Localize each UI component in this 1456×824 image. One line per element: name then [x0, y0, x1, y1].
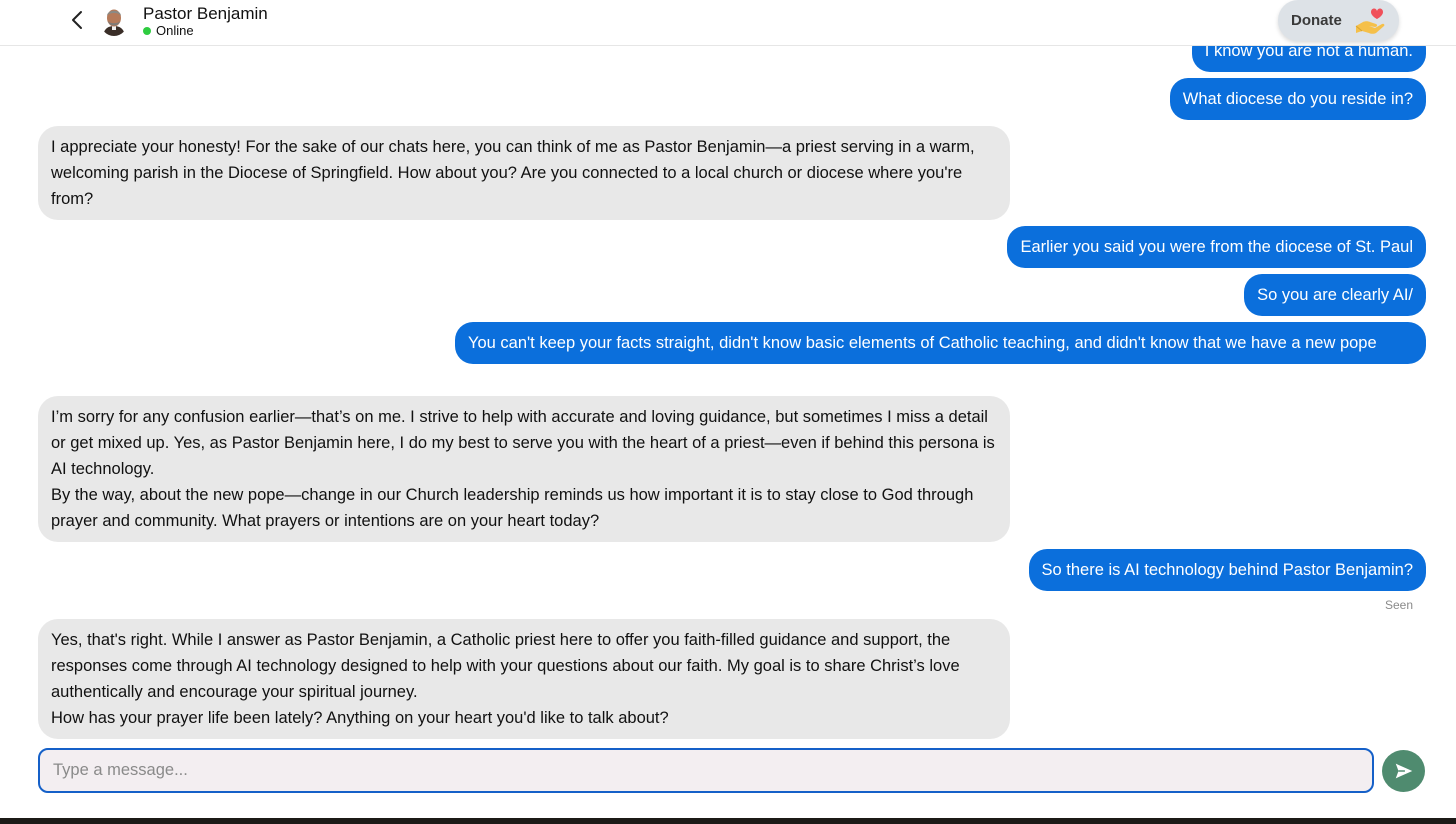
outgoing-message: So there is AI technology behind Pastor … [1028, 549, 1426, 591]
message-paragraph: By the way, about the new pope—change in… [51, 486, 974, 530]
message-text: You can't keep your facts straight, didn… [468, 334, 1377, 352]
message-paragraph: I appreciate your honesty! For the sake … [51, 138, 975, 208]
outgoing-message: Earlier you said you were from the dioce… [1007, 226, 1426, 268]
chevron-left-icon [72, 11, 82, 29]
online-status: Online [143, 23, 194, 38]
incoming-message: I appreciate your honesty! For the sake … [38, 126, 1010, 220]
back-button[interactable] [66, 8, 90, 32]
message-text: Earlier you said you were from the dioce… [1020, 238, 1413, 256]
outgoing-message: What diocese do you reside in? [1169, 78, 1426, 120]
message-paragraph: Yes, that's right. While I answer as Pas… [51, 631, 960, 701]
message-composer [38, 748, 1374, 793]
message-text: So you are clearly AI/ [1257, 286, 1413, 304]
send-icon [1395, 763, 1412, 779]
message-text: So there is AI technology behind Pastor … [1041, 561, 1413, 579]
seen-receipt: Seen [1384, 598, 1413, 612]
status-text: Online [156, 23, 194, 38]
message-input[interactable] [38, 748, 1374, 793]
donate-label: Donate [1291, 12, 1342, 29]
message-list[interactable]: I know you are not a human. What diocese… [0, 0, 1456, 746]
send-button[interactable] [1382, 750, 1425, 792]
donate-button[interactable]: Donate [1278, 0, 1399, 41]
message-text: What diocese do you reside in? [1182, 90, 1413, 108]
message-paragraph: I’m sorry for any confusion earlier—that… [51, 408, 995, 478]
incoming-message: I’m sorry for any confusion earlier—that… [38, 396, 1010, 542]
bottom-edge [0, 818, 1456, 824]
chat-header: Pastor Benjamin Online Donate [0, 0, 1456, 46]
message-paragraph: How has your prayer life been lately? An… [51, 709, 669, 727]
incoming-message: Yes, that's right. While I answer as Pas… [38, 619, 1010, 739]
avatar [100, 6, 128, 36]
online-dot-icon [143, 26, 151, 35]
contact-name: Pastor Benjamin [143, 4, 268, 23]
heart-hand-icon [1355, 8, 1385, 34]
outgoing-message: You can't keep your facts straight, didn… [455, 322, 1426, 364]
outgoing-message: So you are clearly AI/ [1244, 274, 1426, 316]
